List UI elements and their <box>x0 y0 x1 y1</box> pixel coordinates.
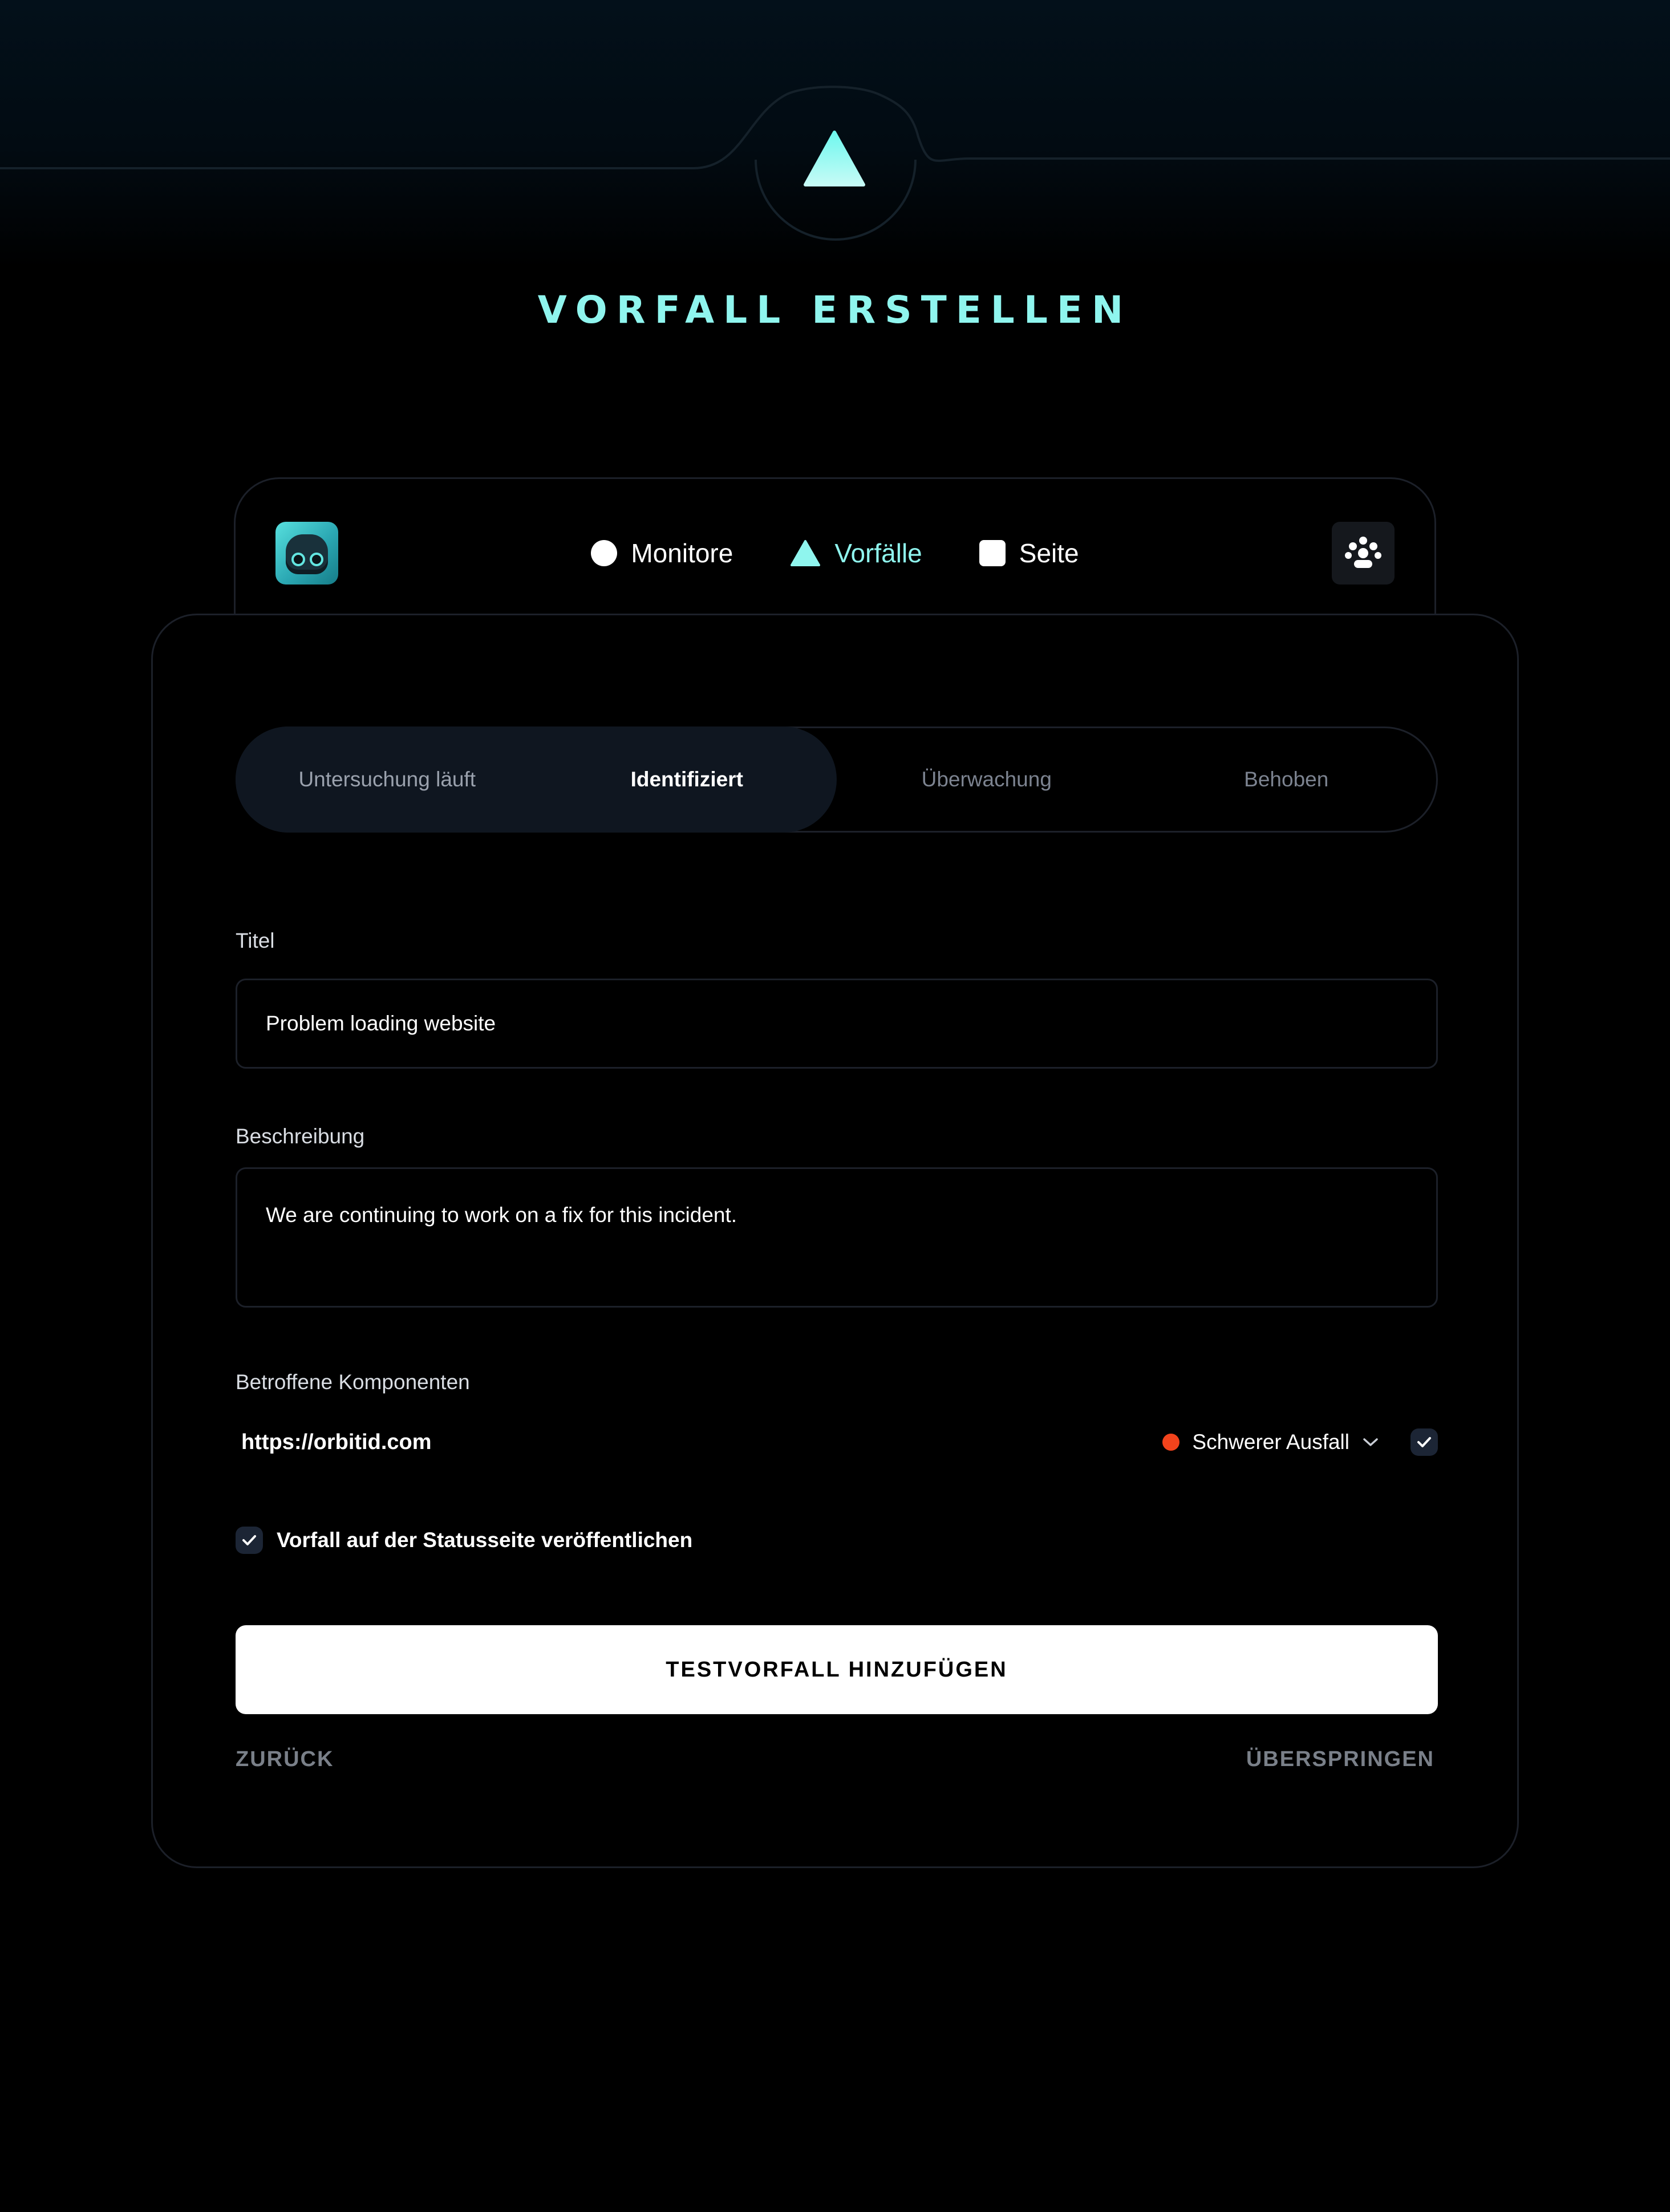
component-url: https://orbitid.com <box>241 1430 432 1454</box>
component-row: https://orbitid.com Schwerer Ausfall <box>236 1419 1438 1465</box>
skip-button[interactable]: ÜBERSPRINGEN <box>1246 1747 1434 1772</box>
title-label: Titel <box>236 929 275 952</box>
nav-item-label: Seite <box>1019 538 1079 568</box>
page-title: Vorfall erstellen <box>537 288 1133 332</box>
status-tab-monitoring[interactable]: Überwachung <box>837 728 1137 831</box>
paw-menu-button[interactable] <box>1332 522 1395 585</box>
description-value: We are continuing to work on a fix for t… <box>266 1203 737 1227</box>
chevron-down-icon <box>1363 1438 1378 1446</box>
status-tab-identified[interactable]: Identifiziert <box>537 728 837 831</box>
status-tabs: Untersuchung läuft Identifiziert Überwac… <box>236 726 1438 833</box>
title-input[interactable]: Problem loading website <box>236 979 1438 1069</box>
triangle-logo-icon <box>804 131 865 186</box>
severity-label: Schwerer Ausfall <box>1192 1430 1349 1454</box>
add-test-incident-button[interactable]: TESTVORFALL HINZUFÜGEN <box>236 1625 1438 1714</box>
description-textarea[interactable]: We are continuing to work on a fix for t… <box>236 1167 1438 1308</box>
components-label: Betroffene Komponenten <box>236 1370 470 1394</box>
check-icon <box>1417 1437 1431 1447</box>
nav-item-label: Monitore <box>631 538 733 568</box>
publish-label: Vorfall auf der Statusseite veröffentlic… <box>277 1528 693 1552</box>
incident-form-card: Untersuchung läuft Identifiziert Überwac… <box>151 614 1519 1868</box>
severity-dropdown[interactable]: Schwerer Ausfall <box>1162 1430 1379 1454</box>
publish-checkbox[interactable] <box>236 1527 263 1554</box>
component-checkbox[interactable] <box>1410 1428 1438 1456</box>
publish-option: Vorfall auf der Statusseite veröffentlic… <box>236 1527 692 1554</box>
check-icon <box>242 1535 256 1545</box>
severity-dot-icon <box>1162 1434 1180 1451</box>
back-button[interactable]: ZURÜCK <box>236 1747 334 1772</box>
nav-item-vorfaelle[interactable]: Vorfälle <box>790 538 922 569</box>
nav-item-seite[interactable]: Seite <box>979 538 1079 569</box>
status-tab-resolved[interactable]: Behoben <box>1137 728 1437 831</box>
nav-item-label: Vorfälle <box>834 538 922 568</box>
nav-item-monitore[interactable]: Monitore <box>591 538 733 569</box>
paw-icon <box>1345 537 1381 568</box>
status-tab-investigating[interactable]: Untersuchung läuft <box>237 728 537 831</box>
title-input-value: Problem loading website <box>266 1012 496 1035</box>
square-icon <box>979 540 1006 566</box>
nav-menu: Monitore Vorfälle Seite <box>236 519 1434 587</box>
triangle-icon <box>791 540 821 566</box>
description-label: Beschreibung <box>236 1125 365 1148</box>
circle-icon <box>591 540 618 566</box>
